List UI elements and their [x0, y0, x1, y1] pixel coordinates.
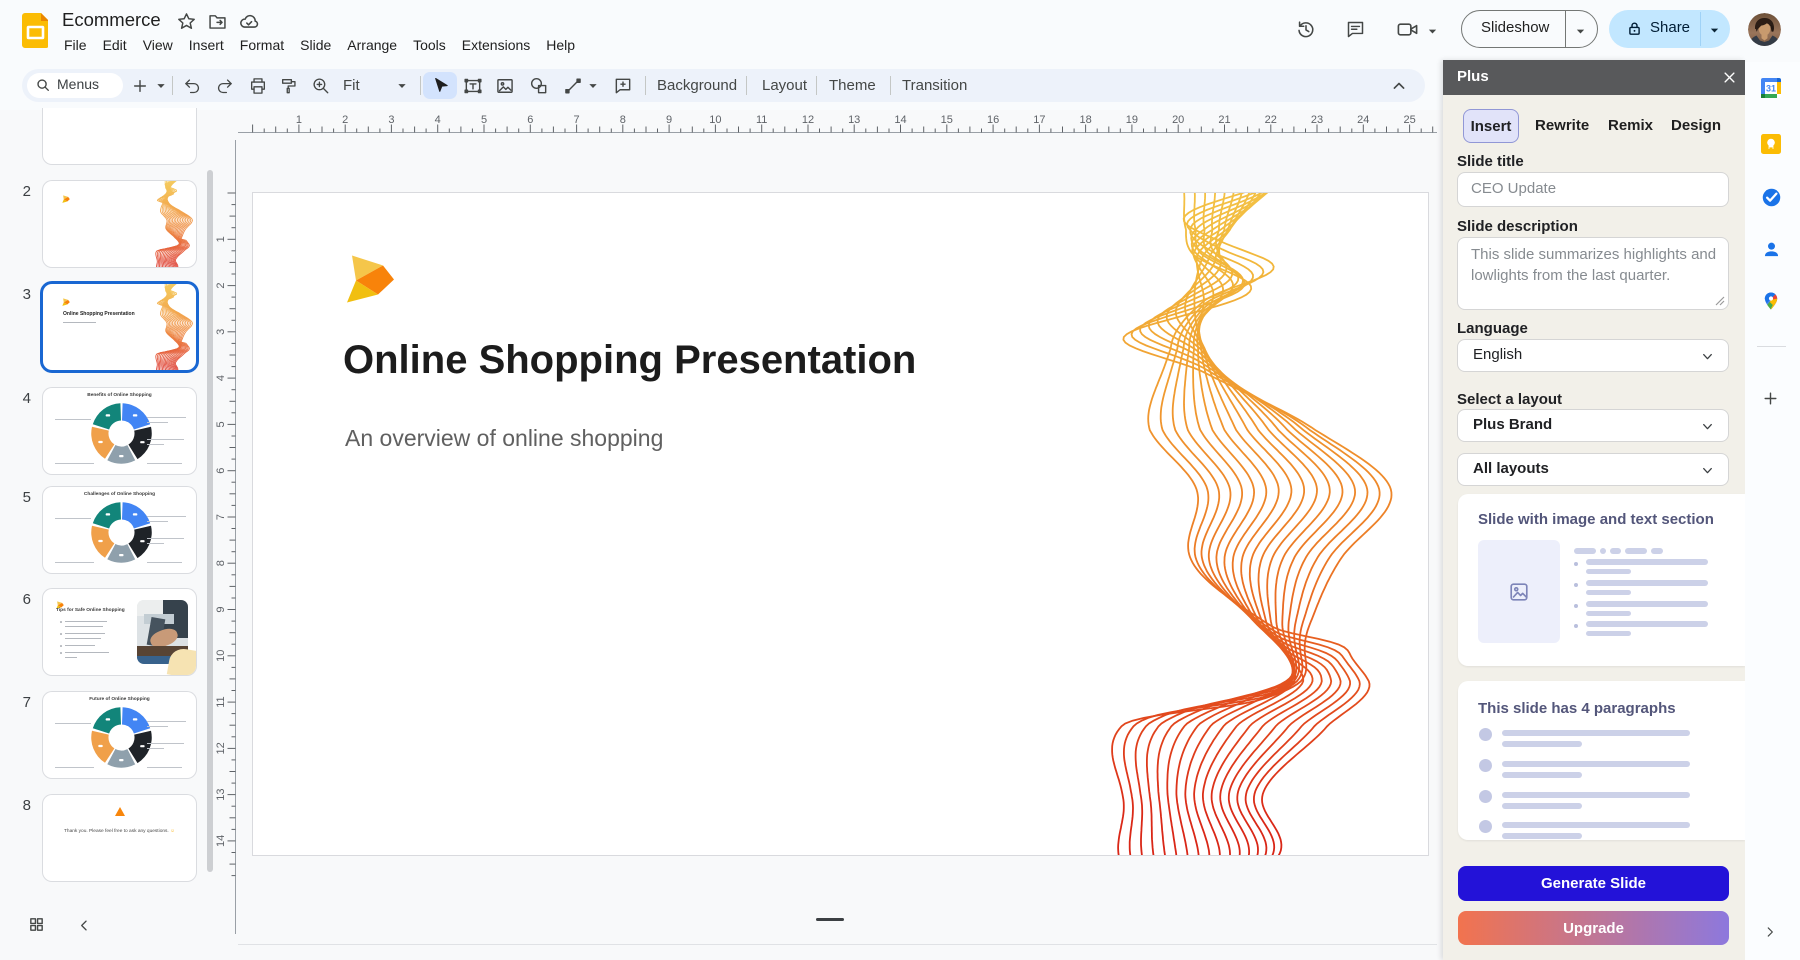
svg-text:22: 22: [1265, 114, 1277, 126]
svg-text:15: 15: [941, 114, 953, 126]
svg-text:16: 16: [987, 114, 999, 126]
svg-text:20: 20: [1172, 114, 1184, 126]
svg-text:5: 5: [481, 114, 487, 126]
svg-text:8: 8: [620, 114, 626, 126]
svg-text:21: 21: [1218, 114, 1230, 126]
svg-text:14: 14: [894, 114, 906, 126]
svg-text:11: 11: [756, 114, 767, 126]
svg-text:31: 31: [1766, 84, 1776, 94]
svg-text:2: 2: [342, 114, 348, 126]
svg-text:12: 12: [802, 114, 814, 126]
svg-text:18: 18: [1079, 114, 1091, 126]
svg-text:1: 1: [296, 114, 302, 126]
svg-text:10: 10: [709, 114, 721, 126]
svg-text:24: 24: [1357, 114, 1369, 126]
svg-text:23: 23: [1311, 114, 1323, 126]
svg-text:25: 25: [1403, 114, 1415, 126]
svg-text:4: 4: [435, 114, 441, 126]
svg-text:9: 9: [666, 114, 672, 126]
svg-text:17: 17: [1033, 114, 1045, 126]
svg-text:13: 13: [848, 114, 860, 126]
svg-text:3: 3: [388, 114, 394, 126]
svg-text:19: 19: [1126, 114, 1138, 126]
svg-text:7: 7: [574, 114, 580, 126]
svg-text:6: 6: [527, 114, 533, 126]
